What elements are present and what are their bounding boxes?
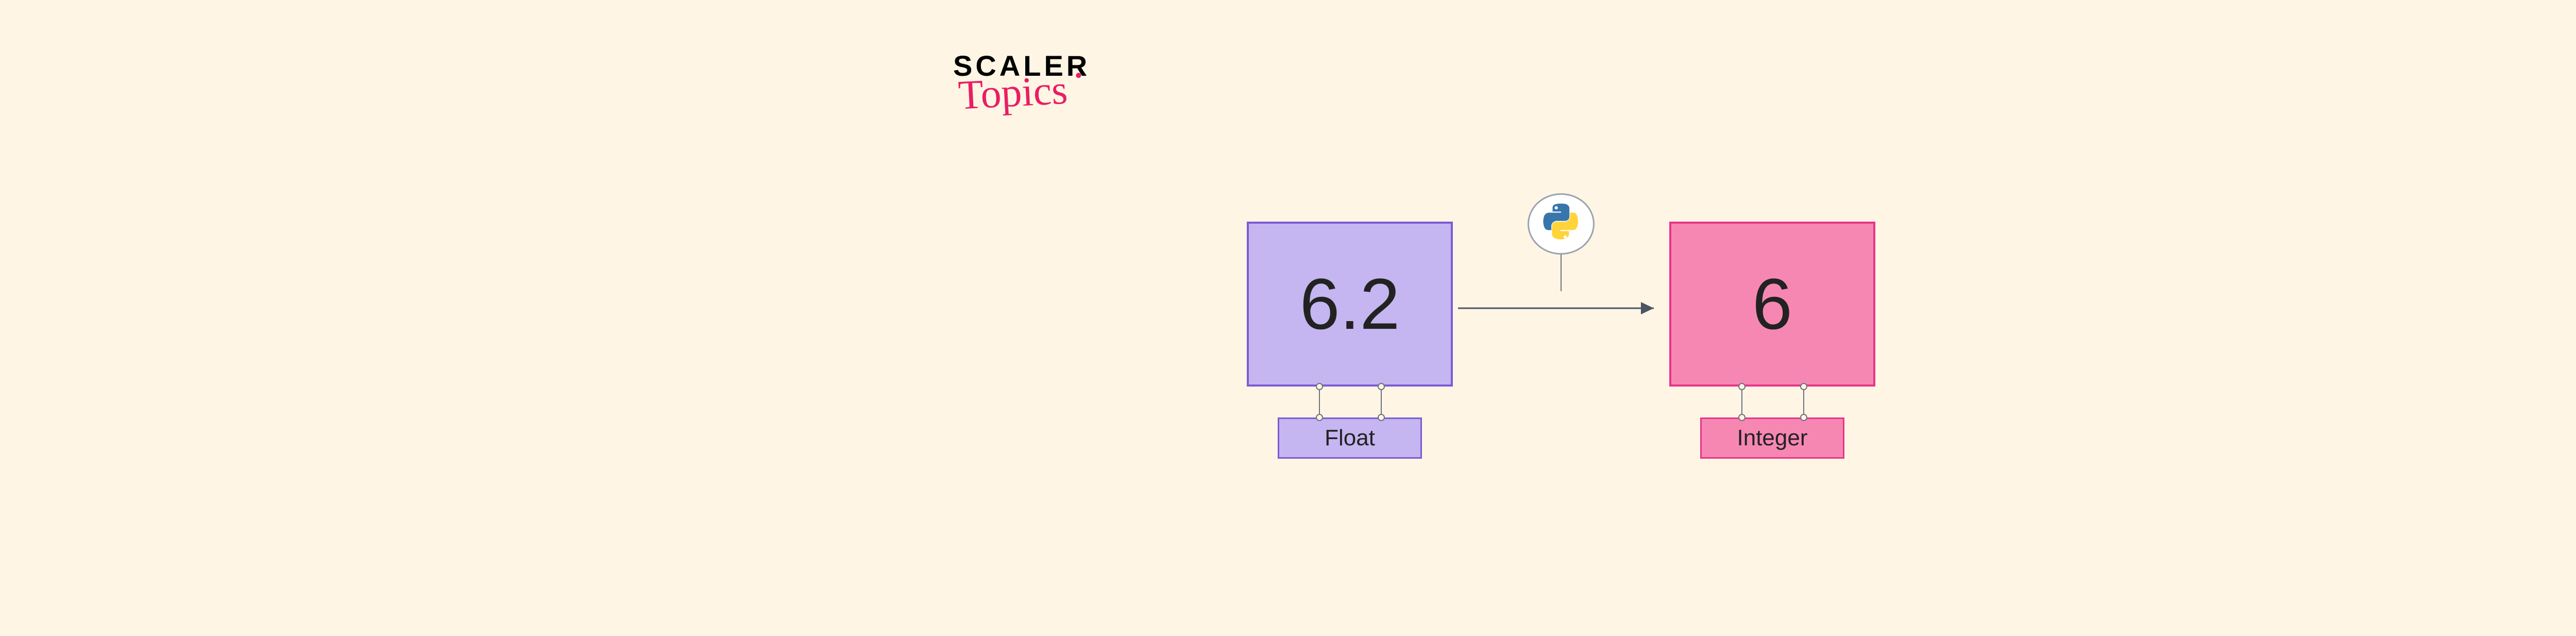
float-node: 6.2 Float — [1247, 222, 1453, 459]
integer-value: 6 — [1752, 262, 1792, 346]
python-badge — [1528, 193, 1595, 291]
float-value-box: 6.2 — [1247, 222, 1453, 387]
arrow-icon — [1453, 298, 1669, 319]
integer-type-label: Integer — [1700, 417, 1844, 459]
integer-value-box: 6 — [1669, 222, 1875, 387]
float-to-int-diagram: 6.2 Float 6 — [1247, 222, 1875, 459]
integer-connectors — [1669, 387, 1875, 417]
python-icon — [1528, 193, 1595, 255]
conversion-arrow-section — [1453, 222, 1669, 387]
logo-line2: Topics — [957, 73, 1068, 112]
float-connectors — [1247, 387, 1453, 417]
badge-stem — [1561, 255, 1562, 291]
integer-node: 6 Integer — [1669, 222, 1875, 459]
float-type-label: Float — [1278, 417, 1422, 459]
scaler-topics-logo: SCALER Topics — [953, 52, 1090, 109]
float-value: 6.2 — [1300, 262, 1400, 346]
